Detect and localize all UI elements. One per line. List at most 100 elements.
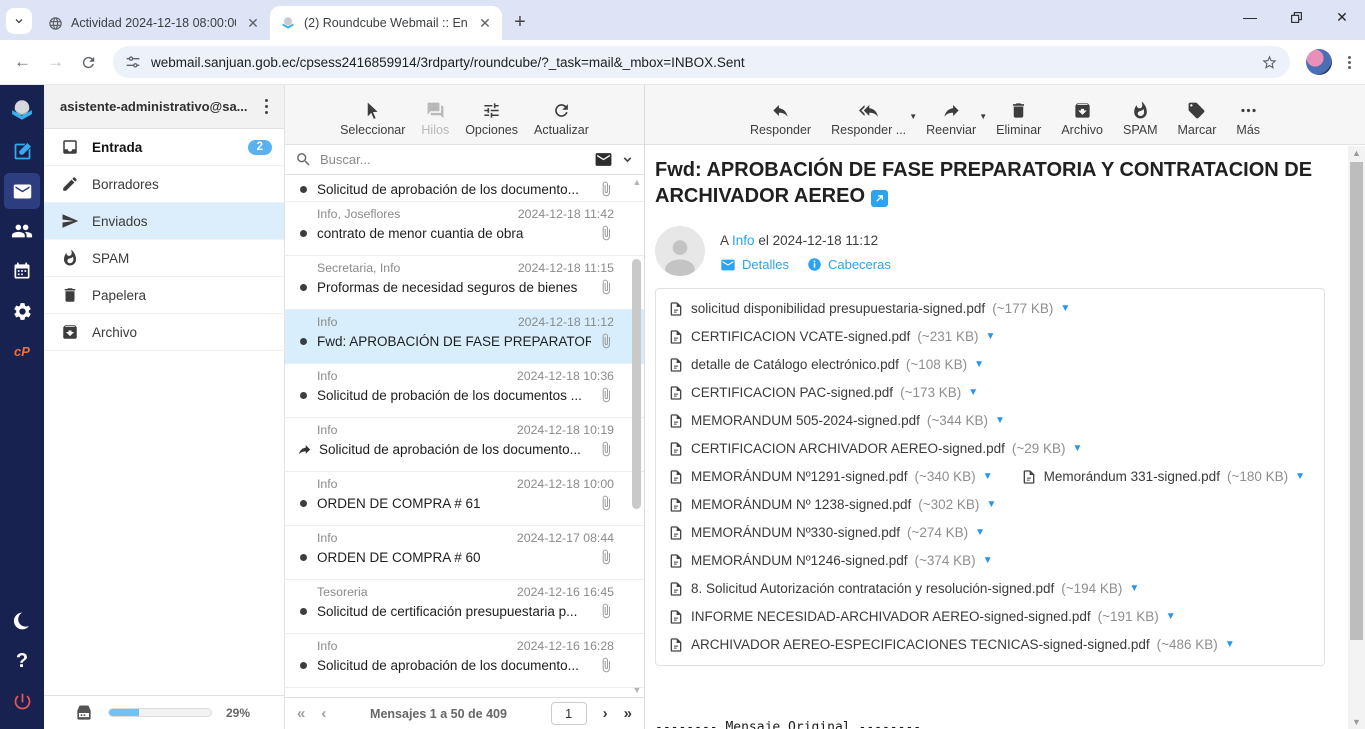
folder-item-papelera[interactable]: Papelera (44, 277, 284, 314)
attachment-menu-caret-icon[interactable]: ▼ (974, 359, 984, 370)
message-list-row[interactable]: Info2024-12-18 10:00ORDEN DE COMPRA # 61 (285, 472, 644, 526)
dark-mode-moon-icon[interactable] (4, 603, 40, 639)
message-list-row[interactable]: Info, Joseflores2024-12-18 11:42contrato… (285, 202, 644, 256)
scroll-down-icon[interactable]: ▼ (1348, 715, 1365, 729)
logout-power-icon[interactable] (4, 683, 40, 719)
attachment-name-link[interactable]: ARCHIVADOR AEREO-ESPECIFICACIONES TECNIC… (691, 637, 1150, 652)
search-input[interactable] (320, 152, 586, 167)
attachment-menu-caret-icon[interactable]: ▼ (1225, 639, 1235, 650)
window-minimize-button[interactable]: — (1227, 0, 1273, 34)
scroll-down-icon[interactable]: ▼ (631, 685, 643, 695)
attachment-menu-caret-icon[interactable]: ▼ (1073, 443, 1083, 454)
attachment-name-link[interactable]: MEMORANDUM 505-2024-signed.pdf (691, 413, 920, 428)
attachment-name-link[interactable]: CERTIFICACION ARCHIVADOR AEREO-signed.pd… (691, 441, 1005, 456)
attachment-menu-caret-icon[interactable]: ▼ (1060, 303, 1070, 314)
settings-gear-icon[interactable] (4, 293, 40, 329)
message-list-row[interactable]: Info2024-12-17 08:44ORDEN DE COMPRA # 60 (285, 526, 644, 580)
attachment-menu-caret-icon[interactable]: ▼ (1295, 471, 1305, 482)
browser-menu-icon[interactable] (1348, 56, 1351, 69)
tab-close-icon[interactable]: ✕ (476, 14, 494, 32)
attachment-item[interactable]: solicitud disponibilidad presupuestaria-… (668, 295, 1070, 323)
toolbar-button-actualizar[interactable]: Actualizar (530, 100, 593, 137)
url-text[interactable]: webmail.sanjuan.gob.ec/cpsess2416859914/… (151, 55, 1251, 70)
attachment-name-link[interactable]: solicitud disponibilidad presupuestaria-… (691, 301, 985, 316)
toolbar-button-hilos[interactable]: Hilos (417, 100, 453, 137)
first-page-button[interactable]: « (297, 705, 305, 722)
message-scrollbar-thumb[interactable] (1350, 162, 1363, 640)
cpanel-icon[interactable]: cP (4, 333, 40, 369)
headers-link[interactable]: Cabeceras (807, 257, 891, 273)
address-bar[interactable]: webmail.sanjuan.gob.ec/cpsess2416859914/… (113, 46, 1290, 78)
folder-item-entrada[interactable]: Entrada2 (44, 129, 284, 166)
toolbar-button-reenviar[interactable]: ▼Reenviar (922, 100, 980, 137)
attachment-menu-caret-icon[interactable]: ▼ (1166, 611, 1176, 622)
forward-icon[interactable]: → (47, 52, 64, 72)
message-list-row[interactable]: Info2024-12-16 16:28Solicitud de aprobac… (285, 634, 644, 688)
attachment-name-link[interactable]: MEMORÁNDUM Nº330-signed.pdf (691, 525, 900, 540)
toolbar-button-m-s[interactable]: Más (1232, 100, 1264, 137)
attachment-menu-caret-icon[interactable]: ▼ (975, 527, 985, 538)
message-scrollbar[interactable]: ▲ ▼ (1348, 146, 1365, 729)
account-menu-icon[interactable] (257, 95, 277, 119)
toolbar-button-responder[interactable]: Responder (746, 100, 815, 137)
attachment-menu-caret-icon[interactable]: ▼ (983, 471, 993, 482)
toolbar-button-eliminar[interactable]: Eliminar (992, 100, 1045, 137)
toolbar-button-responder[interactable]: ▼Responder ... (827, 100, 910, 137)
message-list-row[interactable]: Info2024-12-18 11:12Fwd: APROBACIÓN DE F… (285, 310, 644, 364)
calendar-icon[interactable] (4, 253, 40, 289)
attachment-item[interactable]: 8. Solicitud Autorización contratación y… (668, 575, 1139, 603)
browser-tab-activity[interactable]: Actividad 2024-12-18 08:00:00 ✕ (38, 6, 270, 40)
search-scope-mail-icon[interactable] (594, 150, 613, 169)
tab-list-chevron-button[interactable] (6, 8, 32, 34)
last-page-button[interactable]: » (624, 705, 632, 722)
bookmark-star-icon[interactable] (1261, 54, 1278, 71)
search-options-chevron-icon[interactable] (621, 153, 634, 166)
mail-icon[interactable] (4, 173, 40, 209)
reload-icon[interactable] (80, 54, 97, 71)
folder-item-enviados[interactable]: Enviados (44, 203, 284, 240)
attachment-name-link[interactable]: MEMORÁNDUM Nº1291-signed.pdf (691, 469, 908, 484)
attachment-menu-caret-icon[interactable]: ▼ (983, 555, 993, 566)
attachment-name-link[interactable]: 8. Solicitud Autorización contratación y… (691, 581, 1054, 596)
list-scrollbar[interactable]: ▲ ▼ (631, 177, 643, 695)
attachment-menu-caret-icon[interactable]: ▼ (985, 331, 995, 342)
attachment-menu-caret-icon[interactable]: ▼ (968, 387, 978, 398)
attachment-item[interactable]: Memorándum 331-signed.pdf(~180 KB)▼ (1021, 463, 1305, 491)
new-tab-button[interactable]: + (506, 8, 534, 36)
list-scrollbar-thumb[interactable] (632, 259, 641, 509)
tab-close-icon[interactable]: ✕ (244, 14, 262, 32)
prev-page-button[interactable]: ‹ (321, 705, 326, 722)
attachment-item[interactable]: MEMORÁNDUM Nº330-signed.pdf(~274 KB)▼ (668, 519, 985, 547)
attachment-item[interactable]: CERTIFICACION VCATE-signed.pdf(~231 KB)▼ (668, 323, 995, 351)
next-page-button[interactable]: › (603, 705, 608, 722)
toolbar-button-archivo[interactable]: Archivo (1057, 100, 1107, 137)
attachment-item[interactable]: MEMORANDUM 505-2024-signed.pdf(~344 KB)▼ (668, 407, 1005, 435)
window-restore-button[interactable] (1273, 0, 1319, 34)
attachment-name-link[interactable]: detalle de Catálogo electrónico.pdf (691, 357, 899, 372)
message-list-row[interactable]: Info2024-12-18 10:19Solicitud de aprobac… (285, 418, 644, 472)
attachment-item[interactable]: INFORME NECESIDAD-ARCHIVADOR AEREO-signe… (668, 603, 1176, 631)
recipient-link[interactable]: Info (732, 233, 755, 248)
attachment-name-link[interactable]: CERTIFICACION PAC-signed.pdf (691, 385, 893, 400)
attachment-item[interactable]: detalle de Catálogo electrónico.pdf(~108… (668, 351, 984, 379)
attachment-name-link[interactable]: Memorándum 331-signed.pdf (1044, 469, 1220, 484)
attachment-item[interactable]: CERTIFICACION PAC-signed.pdf(~173 KB)▼ (668, 379, 978, 407)
toolbar-button-opciones[interactable]: Opciones (461, 100, 522, 137)
open-in-new-window-icon[interactable] (871, 190, 888, 207)
attachment-item[interactable]: MEMORÁNDUM Nº 1238-signed.pdf(~302 KB)▼ (668, 491, 996, 519)
attachment-name-link[interactable]: MEMORÁNDUM Nº1246-signed.pdf (691, 553, 908, 568)
toolbar-button-spam[interactable]: SPAM (1119, 100, 1162, 137)
page-number-input[interactable] (551, 702, 587, 725)
attachment-item[interactable]: ARCHIVADOR AEREO-ESPECIFICACIONES TECNIC… (668, 631, 1235, 659)
compose-icon[interactable] (4, 133, 40, 169)
attachment-name-link[interactable]: CERTIFICACION VCATE-signed.pdf (691, 329, 910, 344)
back-icon[interactable]: ← (14, 52, 31, 72)
attachment-menu-caret-icon[interactable]: ▼ (1129, 583, 1139, 594)
scroll-up-icon[interactable]: ▲ (1348, 146, 1365, 160)
attachment-item[interactable]: CERTIFICACION ARCHIVADOR AEREO-signed.pd… (668, 435, 1082, 463)
attachment-item[interactable]: MEMORÁNDUM Nº1291-signed.pdf(~340 KB)▼ (668, 463, 993, 491)
message-list-row[interactable]: Secretaria, Info2024-12-18 11:15Proforma… (285, 256, 644, 310)
folder-item-archivo[interactable]: Archivo (44, 314, 284, 351)
attachment-menu-caret-icon[interactable]: ▼ (995, 415, 1005, 426)
attachment-name-link[interactable]: MEMORÁNDUM Nº 1238-signed.pdf (691, 497, 911, 512)
